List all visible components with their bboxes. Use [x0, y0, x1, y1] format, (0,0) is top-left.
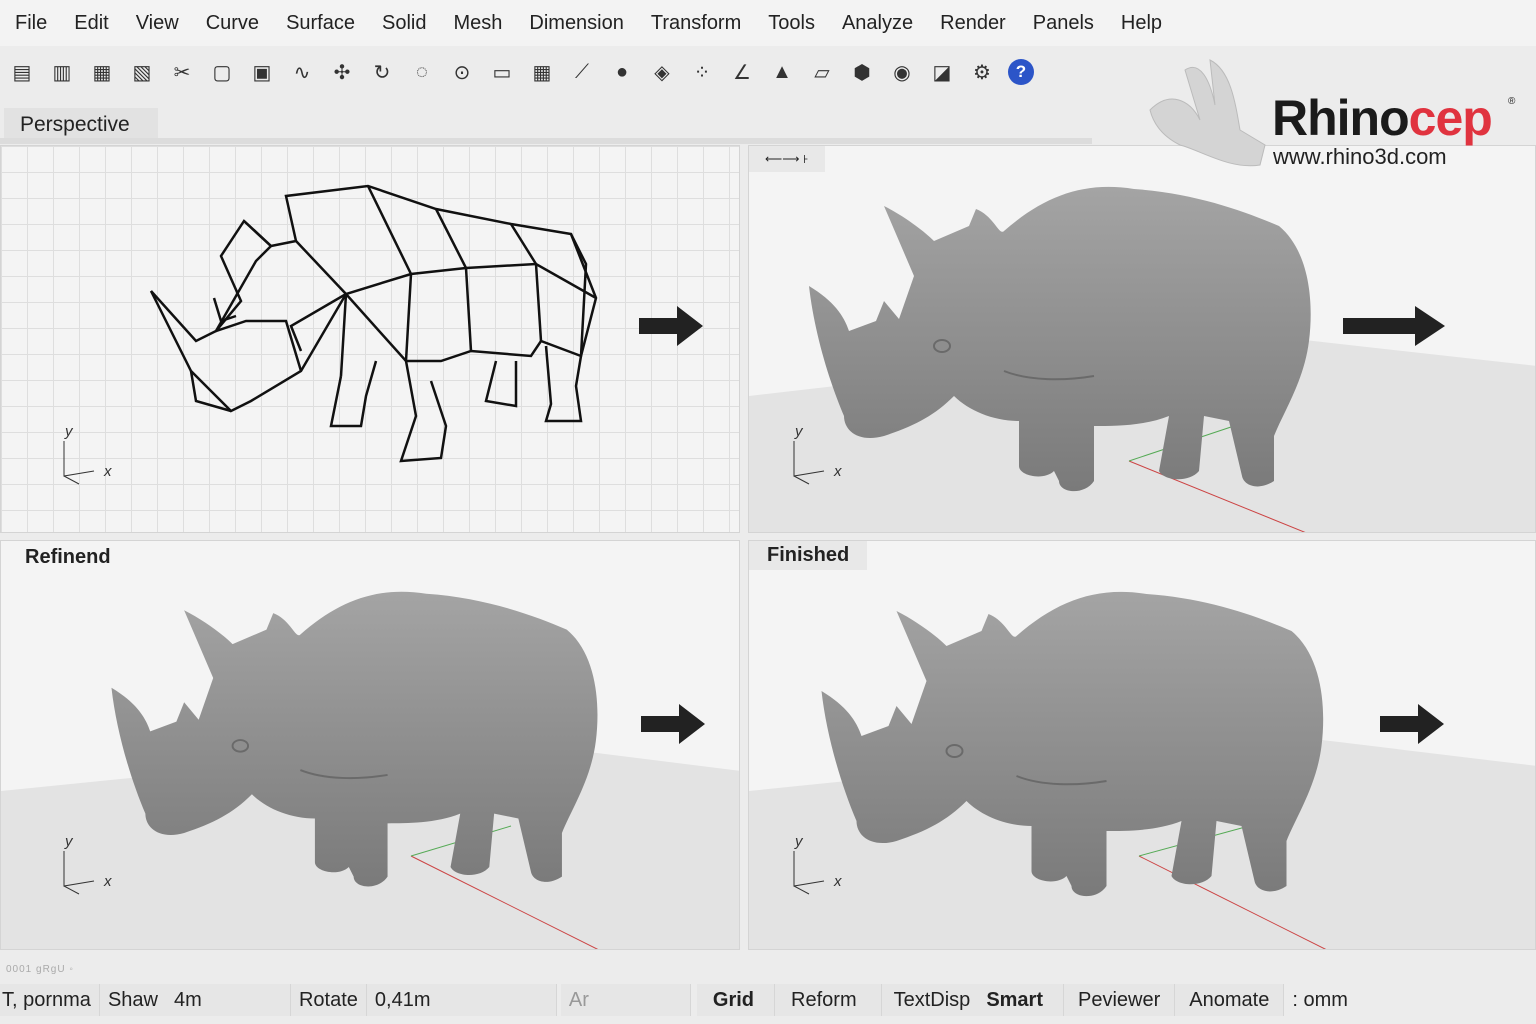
- rhino-model: [804, 181, 1324, 501]
- rhino-logo: Rhinocep ® www.rhino3d.com: [1140, 50, 1530, 180]
- menu-surface[interactable]: Surface: [273, 12, 369, 35]
- new-icon[interactable]: ▤: [8, 58, 36, 86]
- logo-url: www.rhino3d.com: [1273, 144, 1447, 169]
- menu-curve[interactable]: Curve: [193, 12, 273, 35]
- menu-solid[interactable]: Solid: [369, 12, 440, 35]
- angle-icon[interactable]: ∠: [728, 58, 756, 86]
- cut-icon[interactable]: ✂: [168, 58, 196, 86]
- settings-icon[interactable]: ⚙: [968, 58, 996, 86]
- status-animate[interactable]: Anomate: [1175, 984, 1285, 1016]
- menu-analyze[interactable]: Analyze: [829, 12, 927, 35]
- viewport-wireframe[interactable]: y x: [0, 145, 740, 533]
- rotate-icon[interactable]: ↻: [368, 58, 396, 86]
- arrow-right-icon: [1380, 704, 1444, 744]
- paste-icon[interactable]: ▣: [248, 58, 276, 86]
- open-icon[interactable]: ▥: [48, 58, 76, 86]
- menu-panels[interactable]: Panels: [1020, 12, 1108, 35]
- status-bar: T, pornma Shaw 4m Rotate 0,41m Ar Grid R…: [0, 982, 1536, 1018]
- status-units: : omm: [1292, 988, 1348, 1011]
- status-ar[interactable]: Ar: [560, 984, 691, 1016]
- command-history: 0001 gRgU ◦: [6, 964, 74, 975]
- viewport-shaded-top-right[interactable]: ⟵⟶ ꜔ y x: [748, 145, 1536, 533]
- status-smart[interactable]: Smart: [978, 984, 1065, 1016]
- tab-perspective[interactable]: Perspective: [4, 108, 158, 142]
- tab-divider: [0, 138, 1092, 144]
- move-icon[interactable]: ✣: [328, 58, 356, 86]
- logo-registered: ®: [1508, 96, 1516, 107]
- menu-render[interactable]: Render: [927, 12, 1020, 35]
- sphere-icon[interactable]: ●: [608, 58, 636, 86]
- copy-icon[interactable]: ▢: [208, 58, 236, 86]
- status-value: 4m: [165, 984, 291, 1016]
- status-rotate[interactable]: Rotate: [290, 984, 367, 1016]
- status-command[interactable]: T, pornma: [0, 984, 100, 1016]
- status-show[interactable]: Shaw: [99, 984, 166, 1016]
- status-grid[interactable]: Grid: [696, 984, 776, 1016]
- menu-dimension[interactable]: Dimension: [516, 12, 637, 35]
- rhino-model: [106, 586, 611, 896]
- viewport-refined[interactable]: Refinend y x: [0, 540, 740, 950]
- menu-tools[interactable]: Tools: [755, 12, 829, 35]
- shape-icon[interactable]: ◈: [648, 58, 676, 86]
- viewport-label-finished: Finished: [749, 541, 868, 570]
- axis-indicator: y x: [59, 421, 119, 501]
- logo-name: Rhinocep: [1272, 90, 1493, 146]
- line-icon[interactable]: ⟋: [568, 58, 596, 86]
- toolbar: ▤ ▥ ▦ ▧ ✂ ▢ ▣ ∿ ✣ ↻ ◌ ⊙ ▭ ▦ ⟋ ● ◈ ⁘ ∠ ▲ ▱ ⬢ ◉ ◪ ⚙?: [0, 48, 1100, 96]
- axis-indicator: y x: [789, 421, 849, 501]
- menu-transform[interactable]: Transform: [638, 12, 755, 35]
- cylinder-icon[interactable]: ⬢: [848, 58, 876, 86]
- curve-icon[interactable]: ∿: [288, 58, 316, 86]
- menu-help[interactable]: Help: [1108, 12, 1176, 35]
- menu-bar: File Edit View Curve Surface Solid Mesh …: [0, 0, 1536, 46]
- box-icon[interactable]: ▱: [808, 58, 836, 86]
- axis-indicator: y x: [789, 831, 849, 911]
- menu-file[interactable]: File: [2, 12, 61, 35]
- render-icon[interactable]: ◪: [928, 58, 956, 86]
- viewport-tab[interactable]: ⟵⟶ ꜔: [749, 146, 825, 172]
- material-icon[interactable]: ◉: [888, 58, 916, 86]
- status-reform[interactable]: Reform: [775, 984, 882, 1016]
- status-previewer[interactable]: Peviewer: [1064, 984, 1176, 1016]
- points-icon[interactable]: ⁘: [688, 58, 716, 86]
- arrow-right-icon: [639, 306, 703, 346]
- status-rotate-value: 0,41m: [366, 984, 557, 1016]
- layout-icon[interactable]: ▦: [528, 58, 556, 86]
- print-icon[interactable]: ▧: [128, 58, 156, 86]
- zoom-icon[interactable]: ⊙: [448, 58, 476, 86]
- help-icon[interactable]: ?: [1008, 59, 1034, 85]
- status-textdisp[interactable]: TextDisp: [881, 984, 979, 1016]
- viewport-finished[interactable]: Finished y x: [748, 540, 1536, 950]
- menu-mesh[interactable]: Mesh: [440, 12, 516, 35]
- rhino-logo-icon: [1149, 59, 1266, 167]
- arrow-right-icon: [1343, 306, 1445, 346]
- axis-indicator: y x: [59, 831, 119, 911]
- cone-icon[interactable]: ▲: [768, 58, 796, 86]
- rhino-model: [809, 586, 1344, 906]
- lasso-icon[interactable]: ◌: [408, 58, 436, 86]
- save-icon[interactable]: ▦: [88, 58, 116, 86]
- menu-view[interactable]: View: [123, 12, 193, 35]
- window-icon[interactable]: ▭: [488, 58, 516, 86]
- menu-edit[interactable]: Edit: [61, 12, 122, 35]
- arrow-right-icon: [641, 704, 705, 744]
- viewport-label-refined: Refinend: [25, 546, 111, 568]
